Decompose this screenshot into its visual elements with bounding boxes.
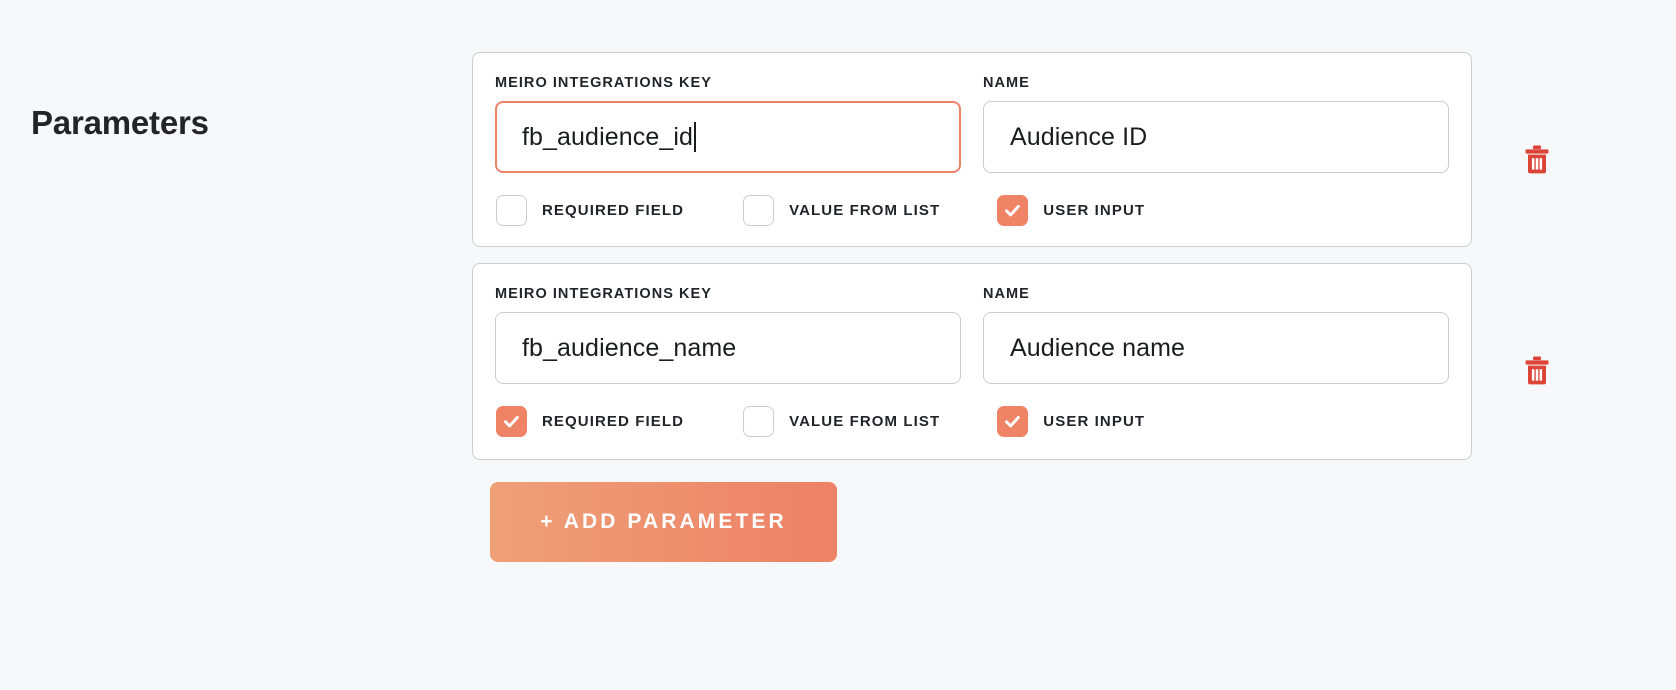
parameter-row: MEIRO INTEGRATIONS KEY fb_audience_id NA…: [472, 52, 1676, 247]
parameter-options: REQUIRED FIELD VALUE FROM LIST USER INPU…: [495, 406, 1449, 437]
value-from-list-option[interactable]: VALUE FROM LIST: [743, 195, 940, 226]
required-field-checkbox[interactable]: [496, 195, 527, 226]
card-spacer: [472, 247, 1676, 263]
user-input-option[interactable]: USER INPUT: [997, 195, 1145, 226]
name-field-label: NAME: [983, 75, 1030, 91]
delete-parameter-button[interactable]: [1523, 356, 1551, 386]
key-input[interactable]: fb_audience_id: [495, 101, 961, 173]
delete-column: [1472, 52, 1602, 247]
trash-icon: [1525, 145, 1549, 174]
user-input-checkbox[interactable]: [997, 406, 1029, 437]
parameters-list: MEIRO INTEGRATIONS KEY fb_audience_id NA…: [472, 0, 1676, 690]
required-field-checkbox[interactable]: [496, 406, 527, 437]
name-field-group: NAME Audience ID: [983, 75, 1449, 173]
check-icon: [748, 411, 769, 432]
parameter-fields: MEIRO INTEGRATIONS KEY fb_audience_id NA…: [495, 75, 1449, 173]
delete-column: [1472, 263, 1602, 460]
user-input-checkbox[interactable]: [997, 195, 1029, 226]
required-field-option[interactable]: REQUIRED FIELD: [496, 195, 684, 226]
key-input-value: fb_audience_id: [522, 122, 693, 151]
name-field-group: NAME Audience name: [983, 286, 1449, 384]
parameters-page: Parameters MEIRO INTEGRATIONS KEY fb_aud…: [0, 0, 1676, 690]
trash-icon: [1525, 356, 1549, 385]
value-from-list-checkbox[interactable]: [743, 406, 775, 437]
key-field-label: MEIRO INTEGRATIONS KEY: [495, 286, 712, 302]
value-from-list-option[interactable]: VALUE FROM LIST: [743, 406, 940, 437]
parameter-options: REQUIRED FIELD VALUE FROM LIST USER INPU…: [495, 195, 1449, 226]
value-from-list-label: VALUE FROM LIST: [789, 202, 941, 219]
parameter-card: MEIRO INTEGRATIONS KEY fb_audience_name …: [472, 263, 1472, 460]
check-icon: [1005, 415, 1021, 428]
user-input-label: USER INPUT: [1043, 413, 1146, 430]
check-icon: [748, 200, 769, 221]
user-input-label: USER INPUT: [1043, 202, 1146, 219]
text-caret: [694, 122, 696, 152]
value-from-list-label: VALUE FROM LIST: [789, 413, 941, 430]
parameter-fields: MEIRO INTEGRATIONS KEY fb_audience_name …: [495, 286, 1449, 384]
name-input[interactable]: Audience name: [983, 312, 1449, 384]
page-title: Parameters: [31, 104, 209, 141]
delete-parameter-button[interactable]: [1523, 145, 1551, 175]
heading-column: Parameters: [0, 0, 472, 690]
check-icon: [504, 415, 519, 428]
required-field-label: REQUIRED FIELD: [542, 413, 685, 430]
user-input-option[interactable]: USER INPUT: [997, 406, 1145, 437]
key-input[interactable]: fb_audience_name: [495, 312, 961, 384]
name-field-label: NAME: [983, 286, 1030, 302]
name-input[interactable]: Audience ID: [983, 101, 1449, 173]
name-input-value: Audience ID: [1010, 122, 1148, 151]
key-input-value: fb_audience_name: [522, 333, 737, 362]
value-from-list-checkbox[interactable]: [743, 195, 775, 226]
name-input-value: Audience name: [1010, 333, 1186, 362]
check-icon: [1005, 204, 1021, 217]
required-field-label: REQUIRED FIELD: [542, 202, 685, 219]
key-field-group: MEIRO INTEGRATIONS KEY fb_audience_name: [495, 286, 961, 384]
parameter-row: MEIRO INTEGRATIONS KEY fb_audience_name …: [472, 263, 1676, 460]
add-parameter-button[interactable]: + ADD PARAMETER: [490, 482, 837, 562]
required-field-option[interactable]: REQUIRED FIELD: [496, 406, 684, 437]
key-field-label: MEIRO INTEGRATIONS KEY: [495, 75, 712, 91]
parameter-card: MEIRO INTEGRATIONS KEY fb_audience_id NA…: [472, 52, 1472, 247]
key-field-group: MEIRO INTEGRATIONS KEY fb_audience_id: [495, 75, 961, 173]
check-icon: [501, 200, 522, 221]
